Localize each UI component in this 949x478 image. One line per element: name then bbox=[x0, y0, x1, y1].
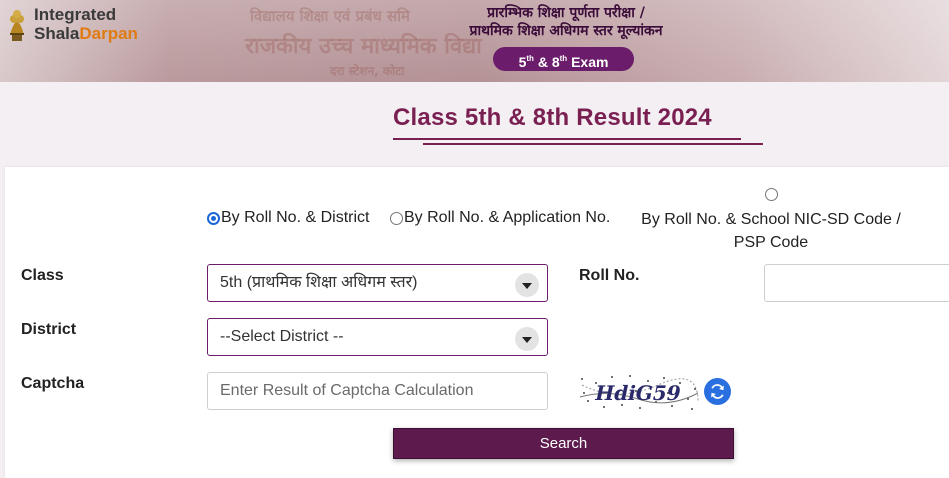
class-select[interactable]: 5th (प्राथमिक शिक्षा अधिगम स्तर) bbox=[207, 264, 548, 302]
search-mode-label: PSP Code bbox=[733, 234, 809, 251]
banner-background-text: विद्यालय शिक्षा एवं प्रबंध समि bbox=[250, 7, 410, 25]
page-title: Class 5th & 8th Result 2024 bbox=[393, 104, 712, 131]
exam-badge: 5th & 8th Exam bbox=[493, 47, 634, 71]
captcha-label: Captcha bbox=[21, 375, 85, 392]
emblem-icon bbox=[10, 10, 24, 41]
exam-badge-word: Exam bbox=[571, 54, 609, 70]
logo-line-1: Integrated bbox=[34, 5, 117, 24]
logo-line-2: ShalaDarpan bbox=[34, 24, 138, 43]
title-underline bbox=[393, 138, 741, 140]
search-button[interactable]: Search bbox=[393, 428, 734, 459]
radio-button[interactable] bbox=[390, 211, 403, 225]
logo-word-shala: Shala bbox=[34, 24, 80, 43]
radio-button[interactable] bbox=[765, 188, 778, 201]
roll-no-input[interactable] bbox=[764, 264, 949, 302]
search-mode-label: By Roll No. & Application No. bbox=[404, 209, 611, 226]
exam-title-line-1: प्रारम्भिक शिक्षा पूर्णता परीक्षा / bbox=[487, 5, 645, 21]
header-banner: विद्यालय शिक्षा एवं प्रबंध समि राजकीय उच… bbox=[0, 0, 949, 82]
roll-no-label: Roll No. bbox=[579, 267, 640, 284]
search-mode-roll-district[interactable]: By Roll No. & District bbox=[207, 209, 369, 227]
search-mode-label: By Roll No. & School NIC-SD Code / bbox=[641, 211, 901, 228]
exam-badge-class-b: 8 bbox=[551, 54, 560, 70]
exam-badge-sup-a: th bbox=[526, 54, 534, 63]
chevron-down-icon bbox=[515, 327, 539, 351]
title-underline bbox=[423, 143, 763, 145]
search-mode-roll-nic-sd[interactable]: By Roll No. & School NIC-SD Code / PSP C… bbox=[630, 187, 912, 254]
class-label: Class bbox=[21, 267, 64, 284]
captcha-noise: HdiG59 bbox=[579, 375, 699, 410]
chevron-down-icon bbox=[515, 273, 539, 297]
site-logo[interactable]: Integrated ShalaDarpan bbox=[6, 5, 138, 43]
district-label: District bbox=[21, 321, 77, 338]
exam-title-line-2: प्राथमिक शिक्षा अधिगम स्तर मूल्यांकन bbox=[469, 23, 663, 39]
exam-badge-sup-b: th bbox=[559, 54, 568, 63]
district-select[interactable]: --Select District -- bbox=[207, 318, 548, 356]
captcha-image: HdiG59 bbox=[578, 371, 700, 413]
refresh-captcha-button[interactable] bbox=[704, 378, 731, 405]
search-mode-roll-application[interactable]: By Roll No. & Application No. bbox=[390, 209, 610, 227]
district-select-value: --Select District -- bbox=[220, 328, 344, 345]
radio-button[interactable] bbox=[207, 211, 220, 225]
banner-background-text: दरा स्टेशन, कोटा bbox=[330, 64, 405, 78]
radio-row bbox=[630, 187, 912, 203]
captcha-input[interactable] bbox=[207, 372, 548, 410]
logo-text: Integrated ShalaDarpan bbox=[34, 5, 138, 43]
exam-badge-amp: & bbox=[537, 54, 548, 70]
class-select-value: 5th (प्राथमिक शिक्षा अधिगम स्तर) bbox=[220, 274, 418, 291]
exam-title: प्रारम्भिक शिक्षा पूर्णता परीक्षा / प्रा… bbox=[436, 4, 696, 40]
refresh-icon bbox=[711, 384, 724, 399]
search-mode-label: By Roll No. & District bbox=[221, 209, 370, 226]
logo-word-darpan: Darpan bbox=[79, 24, 138, 43]
captcha-text: HdiG59 bbox=[593, 381, 683, 405]
